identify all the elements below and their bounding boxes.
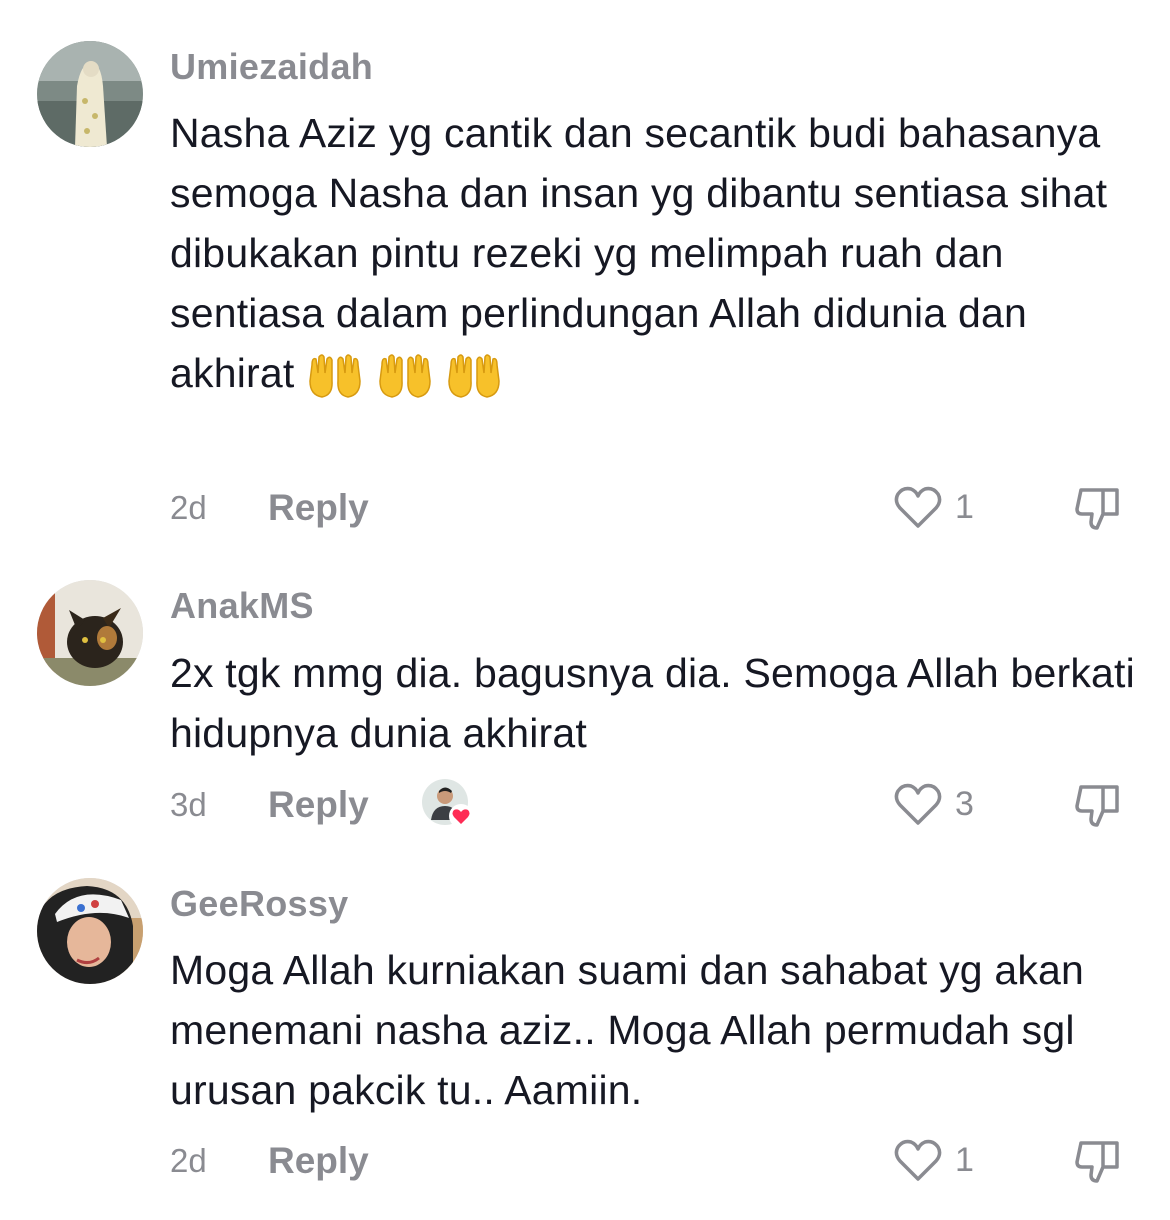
timestamp: 2d xyxy=(170,489,207,526)
open-hands-emoji-icon xyxy=(445,351,503,401)
like-button[interactable]: 1 xyxy=(893,484,974,530)
thumbs-down-icon xyxy=(1075,785,1119,827)
heart-outline-icon xyxy=(894,783,942,825)
reply-button[interactable]: Reply xyxy=(268,1140,369,1182)
avatar[interactable] xyxy=(37,580,143,686)
timestamp: 3d xyxy=(170,786,207,823)
heart-outline-icon xyxy=(894,1139,942,1181)
dislike-button[interactable] xyxy=(1073,1137,1123,1187)
like-button[interactable]: 3 xyxy=(893,781,974,827)
like-count: 1 xyxy=(955,487,974,526)
comment-text: 2x tgk mmg dia. bagusnya dia. Semoga All… xyxy=(170,650,1135,756)
username[interactable]: Umiezaidah xyxy=(170,46,373,88)
heart-outline-icon xyxy=(894,486,942,528)
thumbs-down-icon xyxy=(1075,1141,1119,1183)
username[interactable]: GeeRossy xyxy=(170,883,349,925)
like-count: 3 xyxy=(955,784,974,823)
comment-meta: 2d Reply xyxy=(170,483,369,533)
like-count: 1 xyxy=(955,1140,974,1179)
open-hands-emoji-icon xyxy=(376,351,434,401)
avatar[interactable] xyxy=(37,41,143,147)
dislike-button[interactable] xyxy=(1073,781,1123,831)
comment-text: Nasha Aziz yg cantik dan secantik budi b… xyxy=(170,103,1135,403)
avatar[interactable] xyxy=(37,878,143,984)
thumbs-down-icon xyxy=(1075,488,1119,530)
reply-button[interactable]: Reply xyxy=(268,784,369,826)
open-hands-emoji-icon xyxy=(306,351,364,401)
comment-meta: 2d Reply xyxy=(170,1136,369,1186)
comment-text: Moga Allah kurniakan suami dan sahabat y… xyxy=(170,947,1085,1113)
username[interactable]: AnakMS xyxy=(170,585,314,627)
reply-button[interactable]: Reply xyxy=(268,487,369,529)
like-button[interactable]: 1 xyxy=(893,1137,974,1183)
dislike-button[interactable] xyxy=(1073,484,1123,534)
creator-liked-badge xyxy=(421,778,473,830)
timestamp: 2d xyxy=(170,1142,207,1179)
comment-meta: 3d Reply xyxy=(170,780,369,830)
